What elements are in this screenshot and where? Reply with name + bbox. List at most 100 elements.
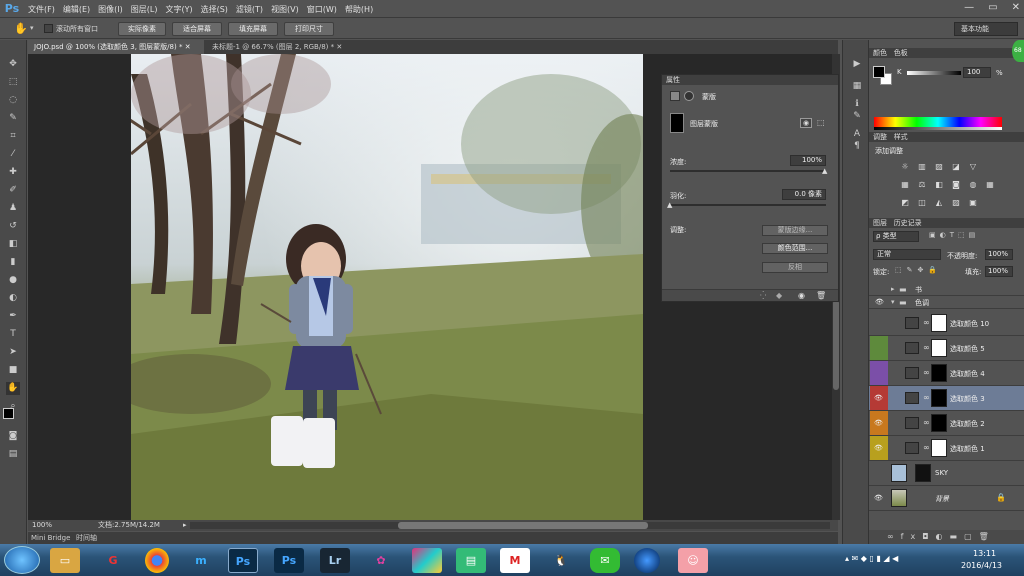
pen-tool-icon[interactable]: ✒: [6, 310, 20, 323]
tab-layers[interactable]: 图层: [873, 219, 887, 227]
clock-date[interactable]: 2016/4/13: [961, 561, 1002, 570]
tab-history[interactable]: 历史记录: [894, 219, 922, 227]
eye-icon[interactable]: 👁: [874, 394, 883, 402]
eye-icon[interactable]: 👁: [874, 419, 883, 427]
mini-bridge-tab[interactable]: Mini Bridge: [31, 532, 70, 544]
app-flower-icon[interactable]: ✿: [366, 548, 396, 573]
tray-icons[interactable]: ▴ ✉ ◆ ▯ ▮ ◢ ◀: [845, 554, 898, 563]
select-mask-icon[interactable]: ◉: [800, 118, 812, 128]
fill-screen-button[interactable]: 填充屏幕: [228, 22, 278, 36]
group-expand-icon[interactable]: ▸: [891, 285, 895, 293]
crop-tool-icon[interactable]: ⌗: [6, 130, 20, 143]
vibrance-icon[interactable]: ▽: [968, 162, 978, 171]
lasso-tool-icon[interactable]: ◌: [6, 94, 20, 107]
foreground-color-swatch[interactable]: [873, 66, 885, 78]
eye-icon[interactable]: 👁: [874, 444, 883, 452]
photo-filter-icon[interactable]: ◙: [951, 180, 961, 189]
layer-row[interactable]: ∞ 选取颜色 5: [869, 336, 1024, 361]
menu-item[interactable]: 文字(Y): [165, 4, 192, 15]
tool-preset-dropdown-icon[interactable]: ▾: [30, 24, 34, 32]
menu-item[interactable]: 滤镜(T): [236, 4, 263, 15]
move-tool-icon[interactable]: ✥: [6, 58, 20, 71]
screen-mode-icon[interactable]: ▤: [6, 448, 20, 461]
gradient-tool-icon[interactable]: ▮: [6, 256, 20, 269]
healing-brush-tool-icon[interactable]: ✚: [6, 166, 20, 179]
group-collapse-icon[interactable]: ▾: [891, 298, 895, 306]
grayscale-ramp[interactable]: [874, 127, 1002, 130]
fill-value[interactable]: 100%: [985, 266, 1013, 277]
type-tool-icon[interactable]: T: [6, 328, 20, 341]
color-range-button[interactable]: 颜色范围...: [762, 243, 828, 254]
layer-mask-thumbnail[interactable]: [931, 339, 947, 357]
hand-tool-icon[interactable]: ✋: [14, 22, 28, 35]
feather-value[interactable]: 0.0 像素: [782, 189, 826, 200]
histogram-icon[interactable]: ▦: [850, 80, 864, 92]
link-icon[interactable]: ∞: [923, 443, 930, 452]
blur-tool-icon[interactable]: ●: [6, 274, 20, 287]
vertical-scroll-thumb[interactable]: [833, 300, 839, 390]
invert-button[interactable]: 反相: [762, 262, 828, 273]
quick-select-tool-icon[interactable]: ✎: [6, 112, 20, 125]
start-button-icon[interactable]: [4, 546, 40, 574]
bw-icon[interactable]: ◧: [934, 180, 944, 189]
tab-color[interactable]: 颜色: [873, 49, 887, 57]
link-icon[interactable]: ∞: [923, 393, 930, 402]
menu-item[interactable]: 图像(I): [98, 4, 123, 15]
clock-time[interactable]: 13:11: [973, 549, 996, 558]
app-colorful-icon[interactable]: [412, 548, 442, 573]
color-balance-icon[interactable]: ⚖: [917, 180, 927, 189]
status-menu-arrow-icon[interactable]: ▸: [183, 520, 187, 531]
channel-mixer-icon[interactable]: ◍: [968, 180, 978, 189]
k-value[interactable]: 100: [963, 67, 991, 78]
foreground-color-swatch[interactable]: [3, 408, 14, 419]
vector-mask-icon[interactable]: [684, 91, 694, 101]
photoshop-taskbar-icon[interactable]: Ps: [228, 548, 258, 573]
app-blue-icon[interactable]: m: [186, 548, 216, 573]
visibility-icon[interactable]: ◉: [798, 291, 805, 300]
close-icon[interactable]: ✕: [185, 43, 191, 51]
marquee-tool-icon[interactable]: ⬚: [6, 76, 20, 89]
trash-icon[interactable]: 🗑: [816, 291, 826, 300]
opacity-value[interactable]: 100%: [985, 249, 1013, 260]
link-icon[interactable]: ∞: [923, 418, 930, 427]
layer-thumbnail[interactable]: [891, 464, 907, 482]
menu-item[interactable]: 选择(S): [201, 4, 228, 15]
density-slider[interactable]: [670, 170, 826, 172]
tab-untitled[interactable]: 未标题-1 @ 66.7% (图层 2, RGB/8) * ✕: [206, 40, 366, 54]
tab-jojo[interactable]: JOJO.psd @ 100% (选取颜色 3, 图层蒙版/8) * ✕: [28, 40, 204, 54]
layer-group-row[interactable]: 👁 ▾ ▬ 色调: [869, 297, 1024, 309]
file-explorer-icon[interactable]: ▭: [50, 548, 80, 573]
close-icon[interactable]: ✕: [336, 43, 342, 51]
apply-vector-mask-icon[interactable]: ⬚: [817, 118, 825, 127]
feather-slider[interactable]: [670, 204, 826, 206]
posterize-icon[interactable]: ◫: [917, 198, 927, 207]
timeline-tab[interactable]: 时间轴: [76, 532, 97, 544]
paragraph-icon[interactable]: ¶: [850, 140, 864, 152]
photo-canvas[interactable]: [131, 54, 643, 520]
layer-row[interactable]: 👁 🔒 背景: [869, 486, 1024, 511]
eye-icon[interactable]: 👁: [875, 298, 884, 306]
tab-adjustments[interactable]: 调整: [873, 133, 887, 141]
pixel-mask-icon[interactable]: [670, 91, 680, 101]
info-icon[interactable]: ℹ: [850, 98, 864, 110]
photoshop-logo-icon[interactable]: Ps: [4, 1, 20, 16]
app-red-icon[interactable]: G: [98, 548, 128, 573]
layer-mask-thumbnail[interactable]: [915, 464, 931, 482]
brush-tool-icon[interactable]: ✐: [6, 184, 20, 197]
maximize-button[interactable]: ▭: [988, 2, 997, 13]
workspace-select[interactable]: 基本功能: [954, 22, 1018, 36]
app-pink-icon[interactable]: ☺: [678, 548, 708, 573]
floating-badge-icon[interactable]: 68: [1012, 40, 1024, 62]
menu-item[interactable]: 文件(F): [28, 4, 55, 15]
layer-mask-thumbnail[interactable]: [931, 414, 947, 432]
menu-item[interactable]: 图层(L): [131, 4, 158, 15]
layer-row[interactable]: 👁 ∞ 选取颜色 2: [869, 411, 1024, 436]
print-size-button[interactable]: 打印尺寸: [284, 22, 334, 36]
fit-screen-button[interactable]: 适合屏幕: [172, 22, 222, 36]
filter-icons[interactable]: ▣◐T⬚▤: [929, 231, 979, 239]
eye-icon[interactable]: 👁: [874, 494, 883, 502]
brush-presets-icon[interactable]: ✎: [850, 110, 864, 122]
layer-group-row[interactable]: ▸ ▬ 书: [869, 284, 1024, 296]
layer-row[interactable]: SKY: [869, 461, 1024, 486]
app-green-icon[interactable]: ▤: [456, 548, 486, 573]
